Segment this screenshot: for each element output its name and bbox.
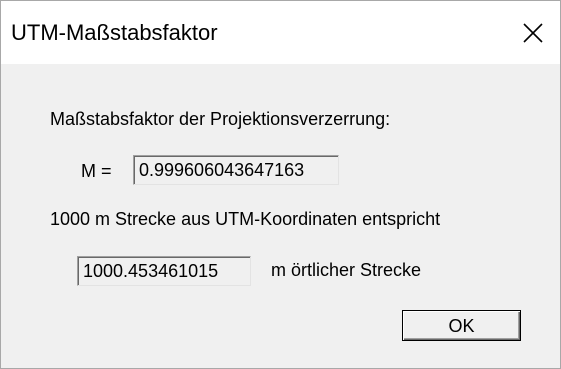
heading-label: Maßstabsfaktor der Projektionsverzerrung… bbox=[50, 109, 391, 129]
m-value-field[interactable] bbox=[133, 155, 339, 185]
distance-value-field[interactable] bbox=[77, 256, 251, 286]
close-button[interactable] bbox=[515, 15, 551, 51]
dialog-content: Maßstabsfaktor der Projektionsverzerrung… bbox=[1, 64, 560, 368]
title-bar: UTM-Maßstabsfaktor bbox=[1, 1, 560, 64]
dialog-window: UTM-Maßstabsfaktor Maßstabsfaktor der Pr… bbox=[0, 0, 561, 369]
sentence-label: 1000 m Strecke aus UTM-Koordinaten entsp… bbox=[50, 209, 441, 229]
close-icon bbox=[523, 23, 543, 43]
m-label: M = bbox=[81, 161, 112, 181]
ok-button[interactable]: OK bbox=[402, 310, 521, 341]
distance-suffix-label: m örtlicher Strecke bbox=[271, 260, 422, 280]
window-title: UTM-Maßstabsfaktor bbox=[11, 20, 218, 45]
